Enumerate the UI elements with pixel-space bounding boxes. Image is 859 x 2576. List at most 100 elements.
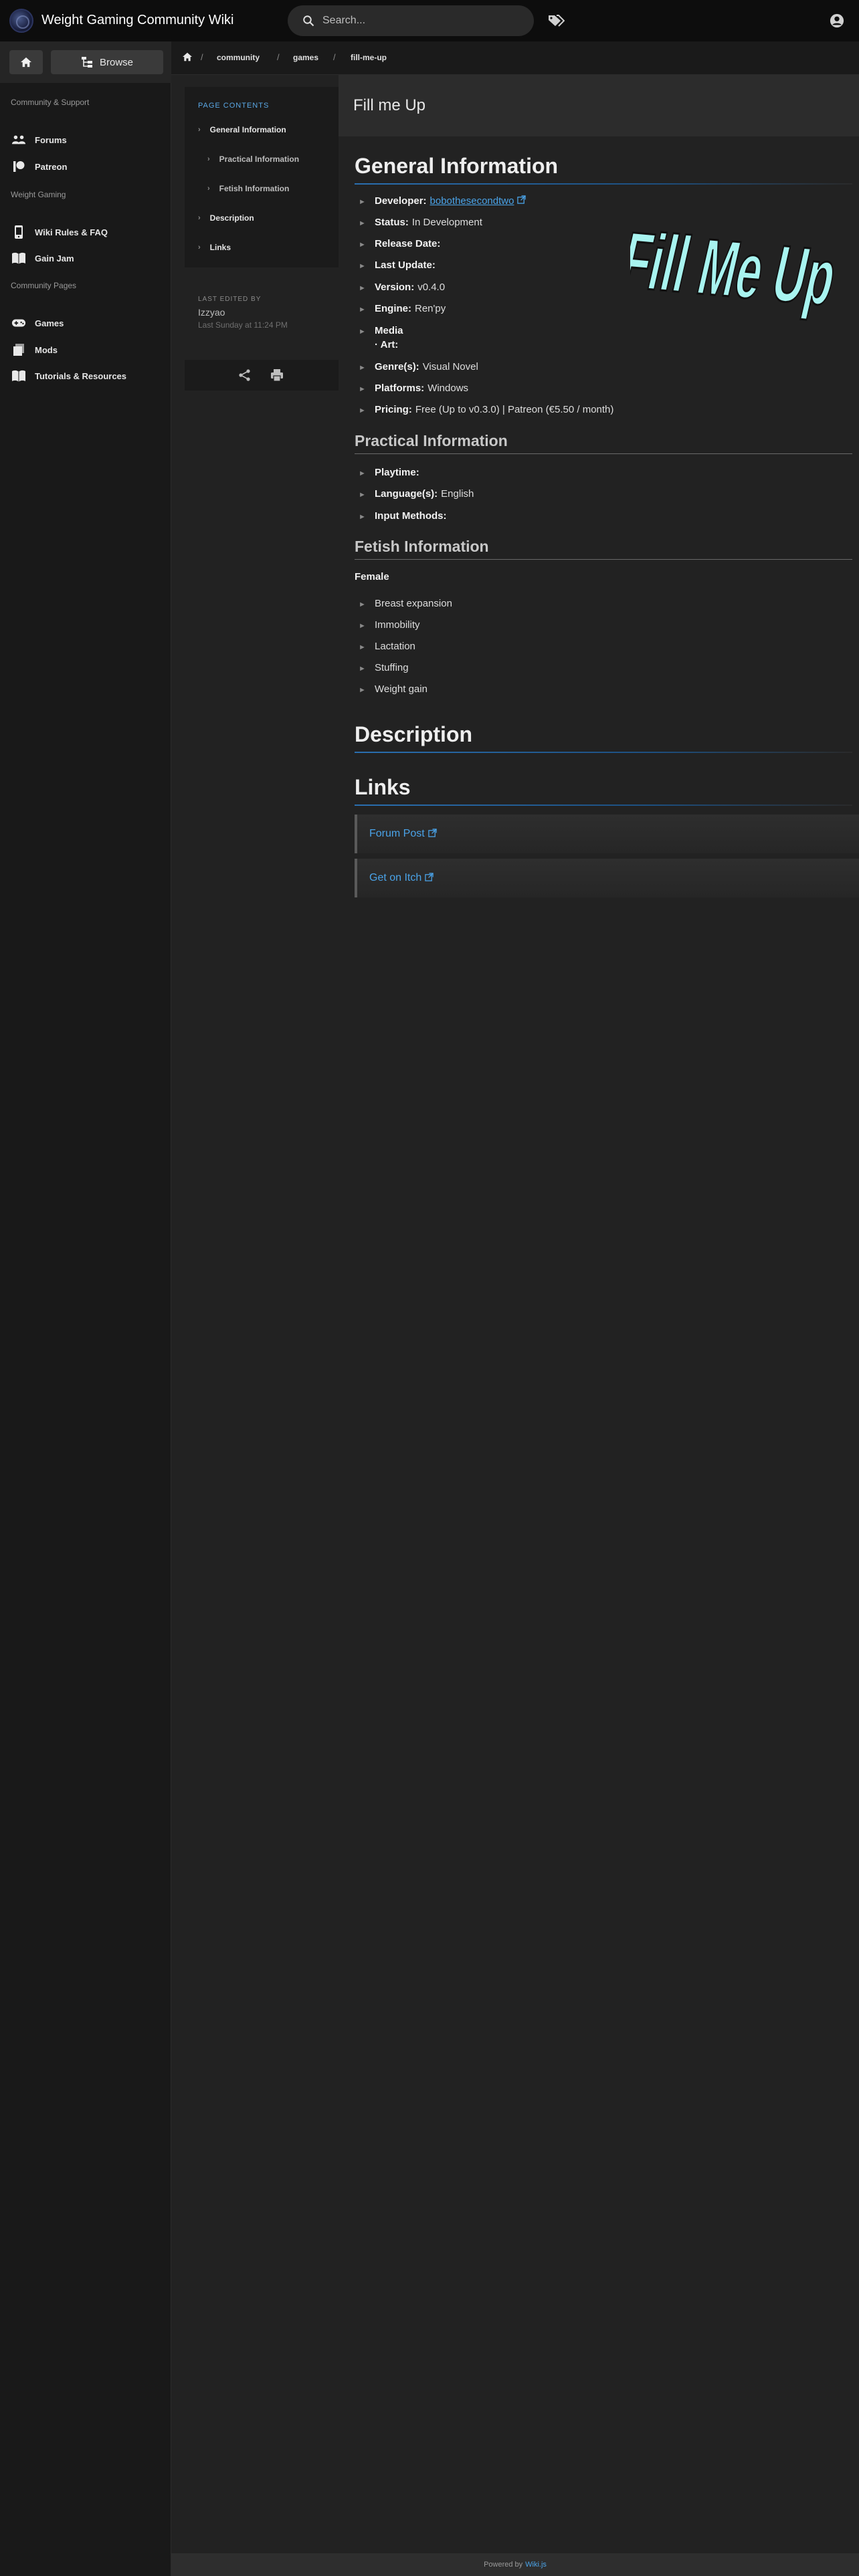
media-label: Media — [375, 325, 403, 336]
page-actions — [185, 360, 339, 391]
tags-icon[interactable] — [547, 13, 565, 28]
info-last-update: ► Last Update: — [359, 259, 436, 271]
info-developer: ► Developer: bobothesecondtwo — [359, 195, 527, 207]
home-button[interactable] — [9, 50, 43, 74]
toc-item-links[interactable]: › Links — [198, 241, 231, 254]
search-box[interactable] — [288, 5, 534, 36]
platforms-label: Platforms: — [375, 383, 425, 394]
browse-button[interactable]: Browse — [51, 50, 163, 74]
book-icon — [12, 252, 25, 264]
platforms-value: Windows — [427, 383, 469, 394]
breadcrumb-fill-me-up[interactable]: fill-me-up — [351, 53, 387, 62]
last-update-label: Last Update: — [375, 259, 436, 271]
nav-item-gain-jam[interactable]: Gain Jam — [11, 249, 165, 267]
footer-powered-by: Powered by — [484, 2561, 523, 2569]
breadcrumb-separator: / — [333, 52, 336, 62]
link-get-on-itch: Get on Itch — [355, 859, 859, 897]
last-edited-user: Izzyao — [198, 307, 225, 318]
browse-label: Browse — [99, 56, 134, 68]
info-languages: ► Language(s): English — [359, 488, 474, 500]
forum-post-link[interactable]: Forum Post — [369, 828, 437, 840]
nav-item-tutorials[interactable]: Tutorials & Resources — [11, 366, 165, 385]
toc-item-label: Fetish Information — [219, 184, 290, 193]
fetish-item: ► Stuffing — [359, 662, 409, 673]
info-pricing: ► Pricing: Free (Up to v0.3.0) | Patreon … — [359, 404, 614, 415]
info-status: ► Status: In Development — [359, 217, 482, 228]
breadcrumb-community[interactable]: community — [217, 53, 260, 62]
chevron-right-icon: › — [207, 155, 210, 163]
gamepad-icon — [11, 319, 26, 327]
nav-item-games[interactable]: Games — [11, 314, 165, 332]
nav-item-label: Games — [35, 318, 64, 328]
toc-item-fetish[interactable]: › Fetish Information — [207, 182, 289, 195]
people-icon — [11, 135, 26, 144]
nav-item-wiki-rules[interactable]: Wiki Rules & FAQ — [11, 223, 165, 241]
info-engine: ► Engine: Ren'py — [359, 303, 446, 314]
chevron-right-icon: › — [198, 126, 201, 134]
pricing-value: Free (Up to v0.3.0) | Patreon (€5.50 / m… — [415, 404, 614, 415]
account-icon[interactable] — [830, 13, 844, 28]
left-navigation: Browse Community & Support Forums Patreo… — [0, 41, 171, 2576]
pricing-label: Pricing: — [375, 404, 412, 415]
nav-item-forums[interactable]: Forums — [11, 130, 165, 149]
sitemap-icon — [81, 57, 92, 68]
home-icon[interactable] — [182, 52, 193, 62]
toc-item-practical[interactable]: › Practical Information — [207, 152, 299, 166]
chevron-right-icon: › — [198, 214, 201, 222]
fetish-item: ► Immobility — [359, 619, 420, 631]
breadcrumb-games[interactable]: games — [293, 53, 318, 62]
last-edited-label: LAST EDITED BY — [198, 296, 262, 303]
version-label: Version: — [375, 282, 415, 293]
toc-item-general[interactable]: › General Information — [198, 123, 286, 136]
toc-item-description[interactable]: › Description — [198, 211, 254, 225]
languages-value: English — [441, 488, 474, 500]
heading-underline — [355, 752, 852, 753]
playtime-label: Playtime: — [375, 467, 419, 478]
nav-item-mods[interactable]: Mods — [11, 340, 165, 359]
heading-links: Links — [355, 775, 411, 799]
footer-wikijs-link[interactable]: Wiki.js — [525, 2561, 547, 2569]
info-media: ► Media — [359, 325, 403, 336]
itch-link[interactable]: Get on Itch — [369, 872, 434, 884]
chevron-right-icon: › — [198, 243, 201, 251]
breadcrumb-separator: / — [201, 52, 203, 62]
share-icon[interactable] — [238, 368, 252, 382]
heading-general-information: General Information — [355, 154, 559, 178]
nav-item-patreon[interactable]: Patreon — [11, 157, 165, 176]
page-contents: PAGE CONTENTS › General Information › Pr… — [185, 87, 339, 267]
fetish-item: ► Breast expansion — [359, 598, 452, 609]
heading-description: Description — [355, 722, 473, 746]
info-input-methods: ► Input Methods: — [359, 510, 447, 522]
print-icon[interactable] — [270, 368, 284, 382]
heading-practical-information: Practical Information — [355, 432, 508, 449]
developer-label: Developer: — [375, 195, 427, 207]
nav-item-label: Patreon — [35, 161, 68, 172]
nav-item-label: Tutorials & Resources — [35, 370, 127, 381]
nav-header-community-pages: Community Pages — [11, 281, 77, 290]
toc-title: PAGE CONTENTS — [198, 102, 270, 110]
search-input[interactable] — [322, 12, 523, 29]
search-icon — [303, 15, 314, 27]
nav-item-label: Gain Jam — [35, 253, 74, 263]
info-release-date: ► Release Date: — [359, 238, 441, 249]
toc-item-label: Links — [209, 243, 231, 252]
nav-item-label: Wiki Rules & FAQ — [35, 227, 108, 237]
breadcrumb-separator: / — [277, 52, 280, 62]
last-edited-date: Last Sunday at 11:24 PM — [198, 320, 288, 330]
toc-item-label: Practical Information — [219, 154, 300, 164]
genres-label: Genre(s): — [375, 361, 419, 372]
nav-item-label: Forums — [35, 134, 67, 145]
chevron-right-icon: › — [207, 185, 210, 193]
developer-link[interactable]: bobothesecondtwo — [430, 195, 514, 207]
heading-underline — [355, 559, 852, 560]
last-edited: LAST EDITED BY Izzyao Last Sunday at 11:… — [198, 296, 332, 330]
info-genres: ► Genre(s): Visual Novel — [359, 361, 478, 372]
engine-label: Engine: — [375, 303, 411, 314]
info-platforms: ► Platforms: Windows — [359, 383, 469, 394]
game-logo-image: Fill Me Up — [630, 215, 844, 324]
toc-item-label: General Information — [209, 125, 286, 134]
site-title[interactable]: Weight Gaming Community Wiki — [41, 13, 233, 28]
site-logo[interactable] — [9, 9, 33, 33]
fetish-item: ► Weight gain — [359, 683, 427, 695]
status-value: In Development — [411, 217, 482, 228]
